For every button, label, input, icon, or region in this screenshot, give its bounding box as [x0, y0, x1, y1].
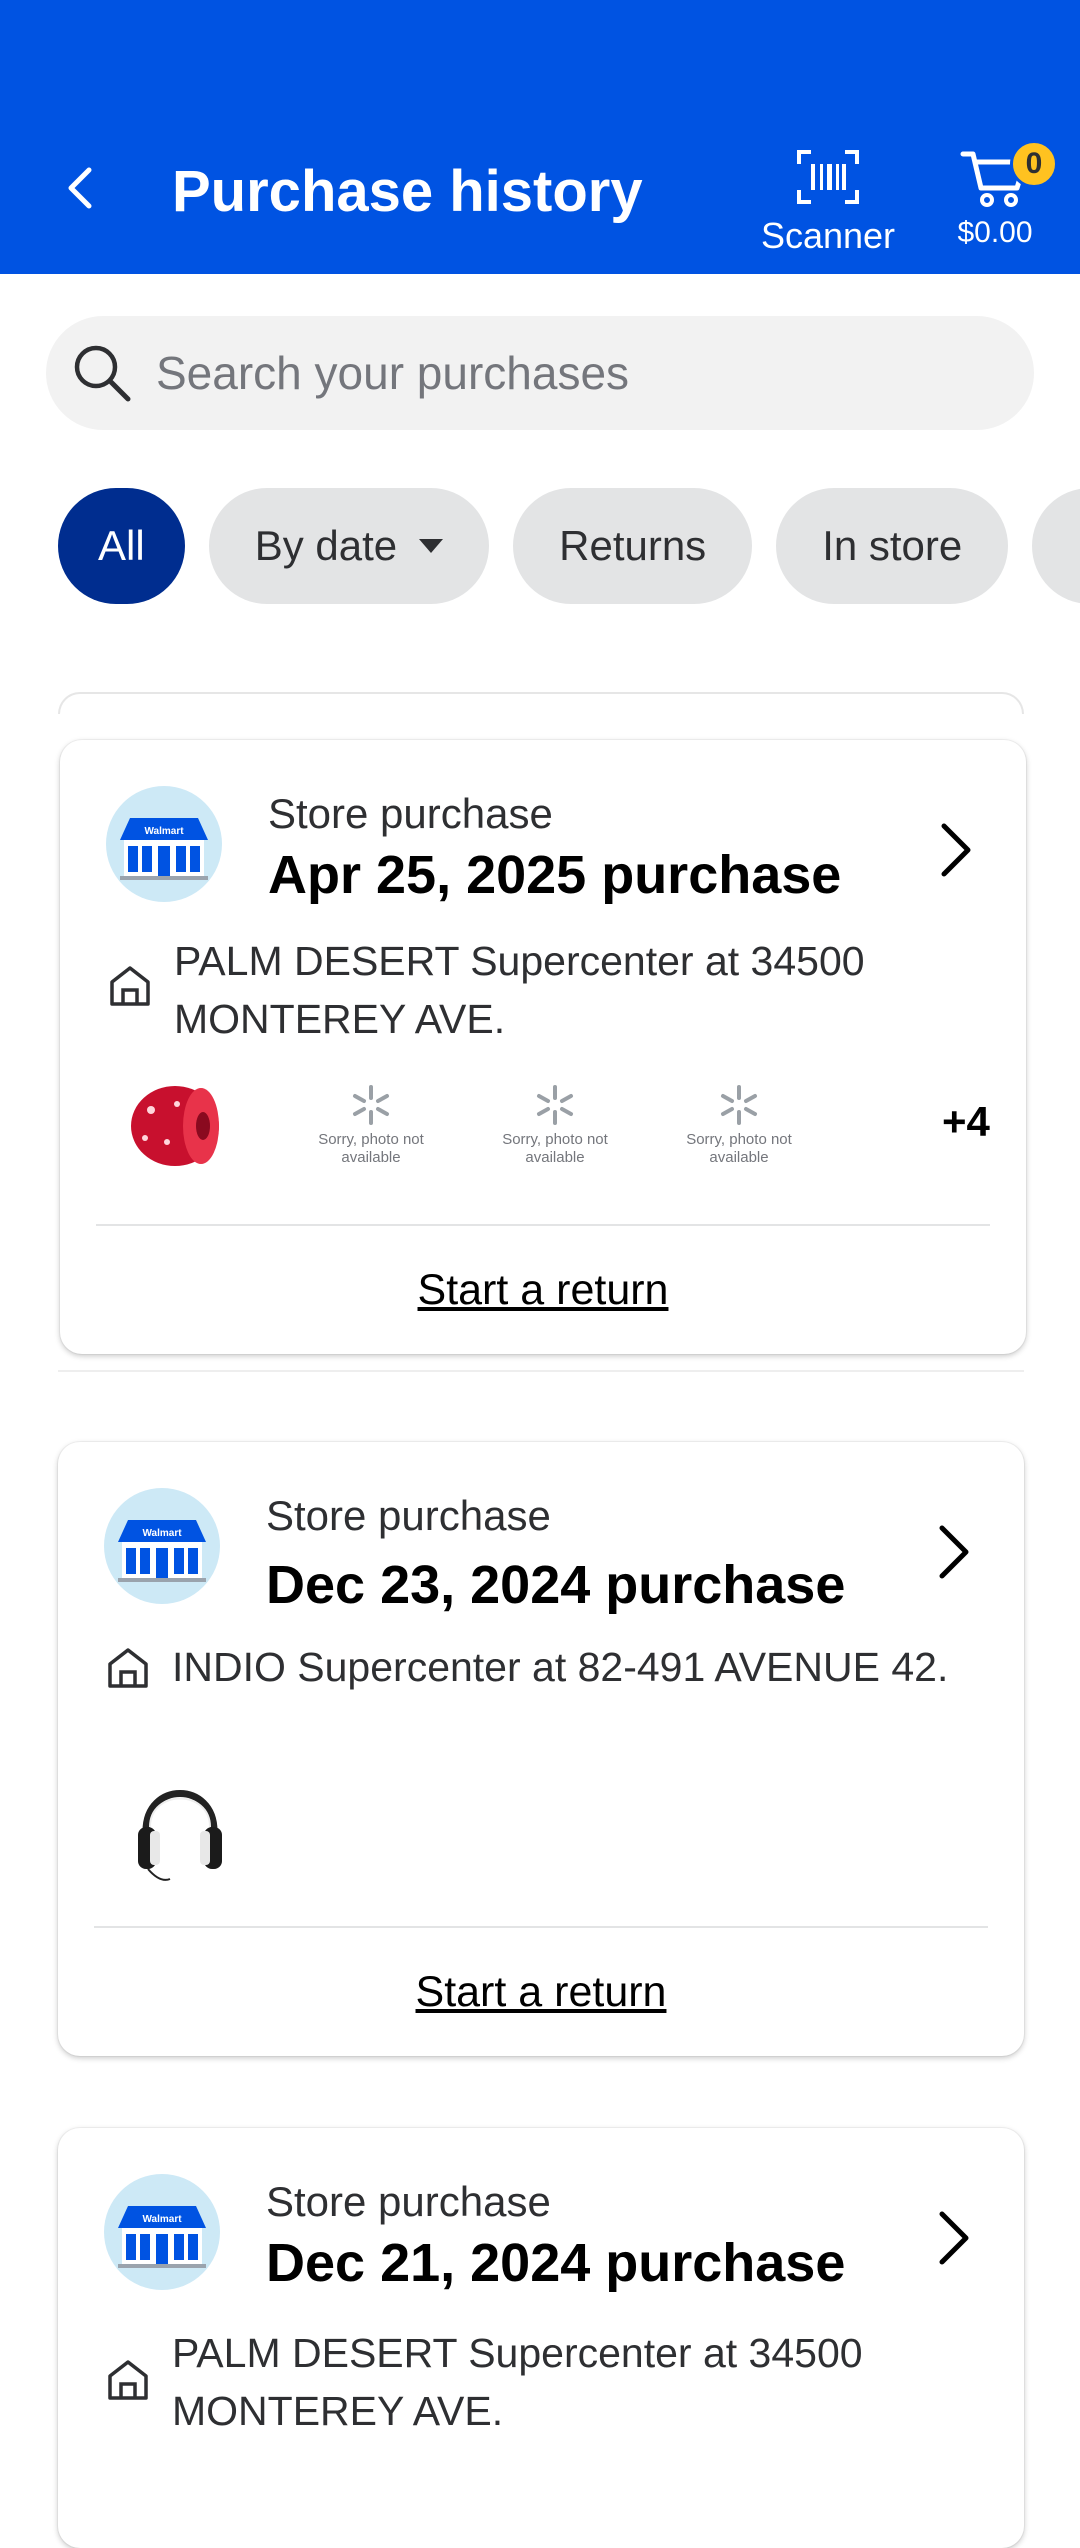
more-items-count: +4 — [942, 1098, 990, 1145]
start-return-link[interactable]: Start a return — [60, 1266, 1026, 1315]
start-return-link[interactable]: Start a return — [58, 1968, 1024, 2017]
svg-text:Walmart: Walmart — [142, 2214, 182, 2225]
cart-button[interactable]: 0 $0.00 — [940, 140, 1058, 260]
item-thumbnail — [120, 1758, 240, 1888]
photo-unavailable-text: Sorry, photo not available — [502, 1131, 608, 1166]
photo-unavailable-thumbnail: Sorry, photo not available — [490, 1070, 620, 1180]
back-button[interactable] — [50, 158, 110, 218]
headphones-image — [138, 1790, 222, 1881]
purchase-date: Apr 25, 2025 purchase — [268, 845, 842, 905]
cart-total: $0.00 — [957, 216, 1033, 249]
store-address: INDIO Supercenter at 82-491 AVENUE 42. — [172, 1644, 949, 1690]
cart-count-badge: 0 — [1010, 140, 1058, 188]
chevron-right-icon[interactable] — [936, 820, 976, 880]
scanner-label: Scanner — [760, 215, 896, 256]
walmart-store-logo: Walmart — [106, 786, 222, 902]
svg-text:Walmart: Walmart — [144, 826, 184, 837]
scanner-button[interactable]: Scanner — [752, 148, 904, 266]
purchase-type: Store purchase — [266, 2178, 551, 2225]
divider — [94, 1926, 988, 1928]
store-icon — [108, 1648, 148, 1688]
purchase-card[interactable]: Walmart Store purchase Apr 25, 2025 purc… — [60, 740, 1026, 1354]
app-header: Purchase history Scanner 0 $0.00 — [0, 0, 1080, 274]
purchase-type: Store purchase — [266, 1492, 551, 1539]
filter-chip-label: All — [98, 522, 145, 569]
purchase-card[interactable]: Walmart Store purchase Dec 21, 2024 purc… — [58, 2128, 1024, 2548]
filter-chip-all[interactable]: All — [58, 488, 185, 604]
filter-chip-label: Returns — [559, 522, 707, 569]
purchase-card[interactable]: Walmart Store purchase Dec 23, 2024 purc… — [58, 1442, 1024, 2056]
purchase-date: Dec 23, 2024 purchase — [266, 1555, 846, 1615]
chevron-right-icon[interactable] — [934, 1522, 974, 1582]
chevron-left-icon — [68, 167, 92, 209]
spark-placeholder-icon — [721, 1085, 757, 1125]
card-edge — [58, 1370, 1024, 1374]
item-thumbnails: Sorry, photo not available Sorry, photo … — [122, 1070, 990, 1190]
spark-placeholder-icon — [537, 1085, 573, 1125]
search-bar[interactable] — [46, 316, 1034, 430]
store-icon — [108, 2360, 148, 2400]
store-address: PALM DESERT Supercenter at 34500 MONTERE… — [172, 2330, 863, 2434]
filter-chip-by-date[interactable]: By date — [208, 488, 490, 604]
search-input[interactable] — [154, 345, 1014, 401]
photo-unavailable-thumbnail: Sorry, photo not available — [674, 1070, 804, 1180]
spark-placeholder-icon — [353, 1085, 389, 1125]
divider — [96, 1224, 990, 1226]
svg-text:Walmart: Walmart — [142, 1528, 182, 1539]
item-thumbnail — [122, 1070, 232, 1180]
filter-chip-partial[interactable]: S — [1032, 488, 1080, 604]
page-title: Purchase history — [172, 159, 643, 224]
filter-chip-in-store[interactable]: In store — [776, 488, 1009, 604]
filter-chip-label: In store — [822, 522, 963, 569]
caret-down-icon — [419, 539, 444, 553]
card-edge — [58, 692, 1024, 714]
photo-unavailable-text: Sorry, photo not available — [318, 1131, 424, 1166]
filter-chip-label: By date — [254, 522, 398, 569]
walmart-store-logo: Walmart — [104, 2174, 220, 2290]
store-address: PALM DESERT Supercenter at 34500 MONTERE… — [174, 938, 865, 1042]
search-icon — [74, 345, 131, 402]
chevron-right-icon[interactable] — [934, 2208, 974, 2268]
purchase-type: Store purchase — [268, 790, 553, 837]
store-icon — [110, 966, 150, 1006]
filter-chips: All By date Returns In store S — [58, 488, 1080, 604]
photo-unavailable-text: Sorry, photo not available — [686, 1131, 792, 1166]
filter-chip-returns[interactable]: Returns — [513, 488, 753, 604]
walmart-store-logo: Walmart — [104, 1488, 220, 1604]
photo-unavailable-thumbnail: Sorry, photo not available — [306, 1070, 436, 1180]
barcode-scanner-icon — [797, 150, 859, 204]
purchase-date: Dec 21, 2024 purchase — [266, 2233, 846, 2293]
item-thumbnails — [120, 1758, 320, 1881]
red-ribbon-roll-image — [131, 1086, 219, 1166]
